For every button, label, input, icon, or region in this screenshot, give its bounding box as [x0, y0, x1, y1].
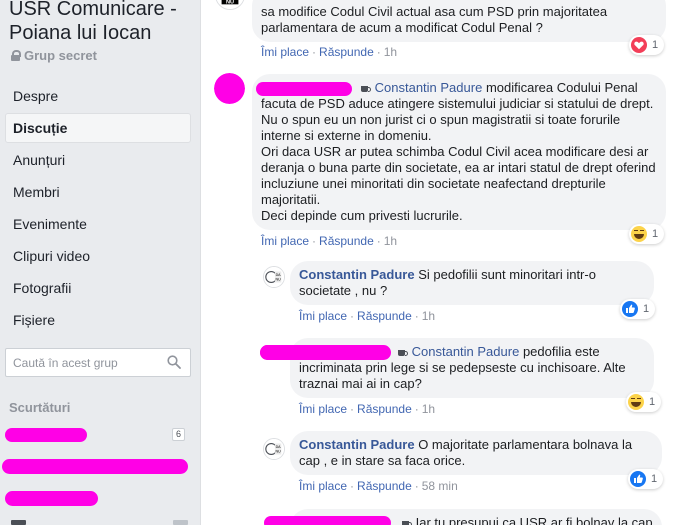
comment-actions: Îmi place · Răspunde · 1h	[261, 45, 398, 59]
coffee-mug-icon	[360, 83, 372, 93]
comment-timestamp[interactable]: 1h	[384, 234, 397, 248]
comment-author[interactable]: Constantin Padure	[299, 437, 415, 452]
comment-timestamp[interactable]: 1h	[422, 402, 435, 416]
redacted-avatar	[214, 73, 245, 104]
comment-bubble: Constantin Padure Si pedofilii sunt mino…	[290, 261, 654, 305]
reaction-summary[interactable]: 1	[620, 299, 656, 319]
comment-actions: Îmi place · Răspunde · 1h	[299, 402, 436, 416]
heart-reaction-icon	[631, 37, 647, 53]
group-search-input[interactable]	[6, 349, 156, 376]
comment-actions: Îmi place · Răspunde · 1h	[261, 234, 398, 248]
avatar[interactable]: NU	[215, 0, 245, 10]
like-link[interactable]: Îmi place	[261, 234, 309, 248]
comment-text: Iar tu presupui ca USR ar fi bolnav la c…	[415, 515, 653, 525]
shortcut-group-icon	[11, 520, 26, 525]
redacted-author-name[interactable]	[256, 82, 352, 96]
nav-files[interactable]: Fișiere	[5, 305, 191, 335]
profile-picture-icon: DA NU	[264, 267, 284, 287]
reply-link[interactable]: Răspunde	[357, 479, 412, 493]
comment-actions: Îmi place · Răspunde · 58 min	[299, 479, 458, 493]
reply-link[interactable]: Răspunde	[357, 309, 412, 323]
comment-actions: Îmi place · Răspunde · 1h	[299, 309, 436, 323]
reaction-summary[interactable]: 1	[629, 224, 665, 244]
svg-text:DA: DA	[276, 445, 282, 449]
comment-timestamp[interactable]: 1h	[384, 45, 397, 59]
shortcuts-heading: Scurtături	[9, 400, 71, 415]
group-privacy: Grup secret	[11, 48, 97, 63]
comment-author[interactable]: Constantin Padure	[299, 267, 415, 282]
reply-link[interactable]: Răspunde	[319, 45, 374, 59]
profile-picture-icon: DA NU	[264, 439, 284, 459]
reaction-count: 1	[651, 473, 658, 485]
nav-members[interactable]: Membri	[5, 177, 191, 207]
nav-discussion[interactable]: Discuție	[5, 113, 191, 143]
like-reaction-icon	[630, 471, 646, 487]
haha-reaction-icon	[631, 226, 647, 242]
redacted-author-name[interactable]	[264, 516, 391, 525]
reaction-summary[interactable]: 1	[629, 35, 665, 55]
nav-announcements[interactable]: Anunțuri	[5, 145, 191, 175]
redacted-author-name[interactable]	[260, 345, 391, 360]
like-reaction-icon	[622, 301, 638, 317]
reaction-count: 1	[643, 303, 650, 315]
lock-icon	[11, 50, 21, 61]
tagged-user[interactable]: Constantin Padure	[375, 80, 483, 95]
svg-text:NU: NU	[275, 278, 281, 282]
redacted-shortcut-3[interactable]	[5, 491, 98, 506]
group-title[interactable]: USR Comunicare - Poiana lui Iocan	[9, 0, 199, 45]
group-search	[5, 348, 191, 377]
coffee-mug-icon	[397, 347, 409, 357]
shortcut-group-icon	[173, 520, 188, 525]
group-privacy-label: Grup secret	[24, 48, 97, 63]
comment-bubble: Constantin Padure modificarea Codului Pe…	[252, 74, 666, 230]
comment-timestamp[interactable]: 1h	[422, 309, 435, 323]
avatar[interactable]	[214, 73, 245, 104]
avatar[interactable]: DA NU	[263, 266, 285, 288]
redacted-shortcut-2[interactable]	[2, 459, 188, 474]
nav-about[interactable]: Despre	[5, 81, 191, 111]
reaction-count: 1	[652, 39, 659, 51]
comment-text: Nu o spun eu un non jurist ci o spun mag…	[261, 112, 621, 143]
reaction-summary[interactable]: 1	[628, 469, 664, 489]
svg-text:NU: NU	[275, 450, 281, 454]
reply-link[interactable]: Răspunde	[357, 402, 412, 416]
reaction-count: 1	[652, 228, 659, 240]
like-link[interactable]: Îmi place	[299, 309, 347, 323]
tagged-user[interactable]: Constantin Padure	[412, 344, 520, 359]
reaction-summary[interactable]: 1	[626, 392, 662, 412]
svg-text:NU: NU	[226, 0, 234, 5]
like-link[interactable]: Îmi place	[299, 402, 347, 416]
comment-bubble: sa modifice Codul Civil actual asa cum P…	[252, 0, 666, 42]
svg-text:DA: DA	[276, 273, 282, 277]
nav-videos[interactable]: Clipuri video	[5, 241, 191, 271]
redacted-shortcut-1[interactable]	[5, 428, 87, 442]
profile-picture-icon: NU	[216, 0, 244, 9]
comment-timestamp[interactable]: 58 min	[422, 479, 458, 493]
comment-text: sa modifice Codul Civil actual asa cum P…	[261, 4, 608, 35]
comment-thread: NU sa modifice Codul Civil actual asa cu…	[202, 0, 677, 525]
reaction-count: 1	[649, 396, 656, 408]
like-link[interactable]: Îmi place	[299, 479, 347, 493]
group-sidebar: USR Comunicare - Poiana lui Iocan Grup s…	[0, 0, 201, 525]
haha-reaction-icon	[628, 394, 644, 410]
reply-link[interactable]: Răspunde	[319, 234, 374, 248]
shortcut-notification-badge: 6	[172, 428, 185, 441]
comment-bubble: Constantin Padure O majoritate parlament…	[290, 431, 662, 475]
search-icon[interactable]	[167, 355, 181, 369]
nav-events[interactable]: Evenimente	[5, 209, 191, 239]
comment-text: Deci depinde cum privesti lucrurile.	[261, 208, 463, 223]
coffee-mug-icon	[401, 518, 413, 525]
like-link[interactable]: Îmi place	[261, 45, 309, 59]
avatar[interactable]: DA NU	[263, 438, 285, 460]
nav-photos[interactable]: Fotografii	[5, 273, 191, 303]
comment-text: Ori daca USR ar putea schimba Codul Civi…	[261, 144, 656, 207]
